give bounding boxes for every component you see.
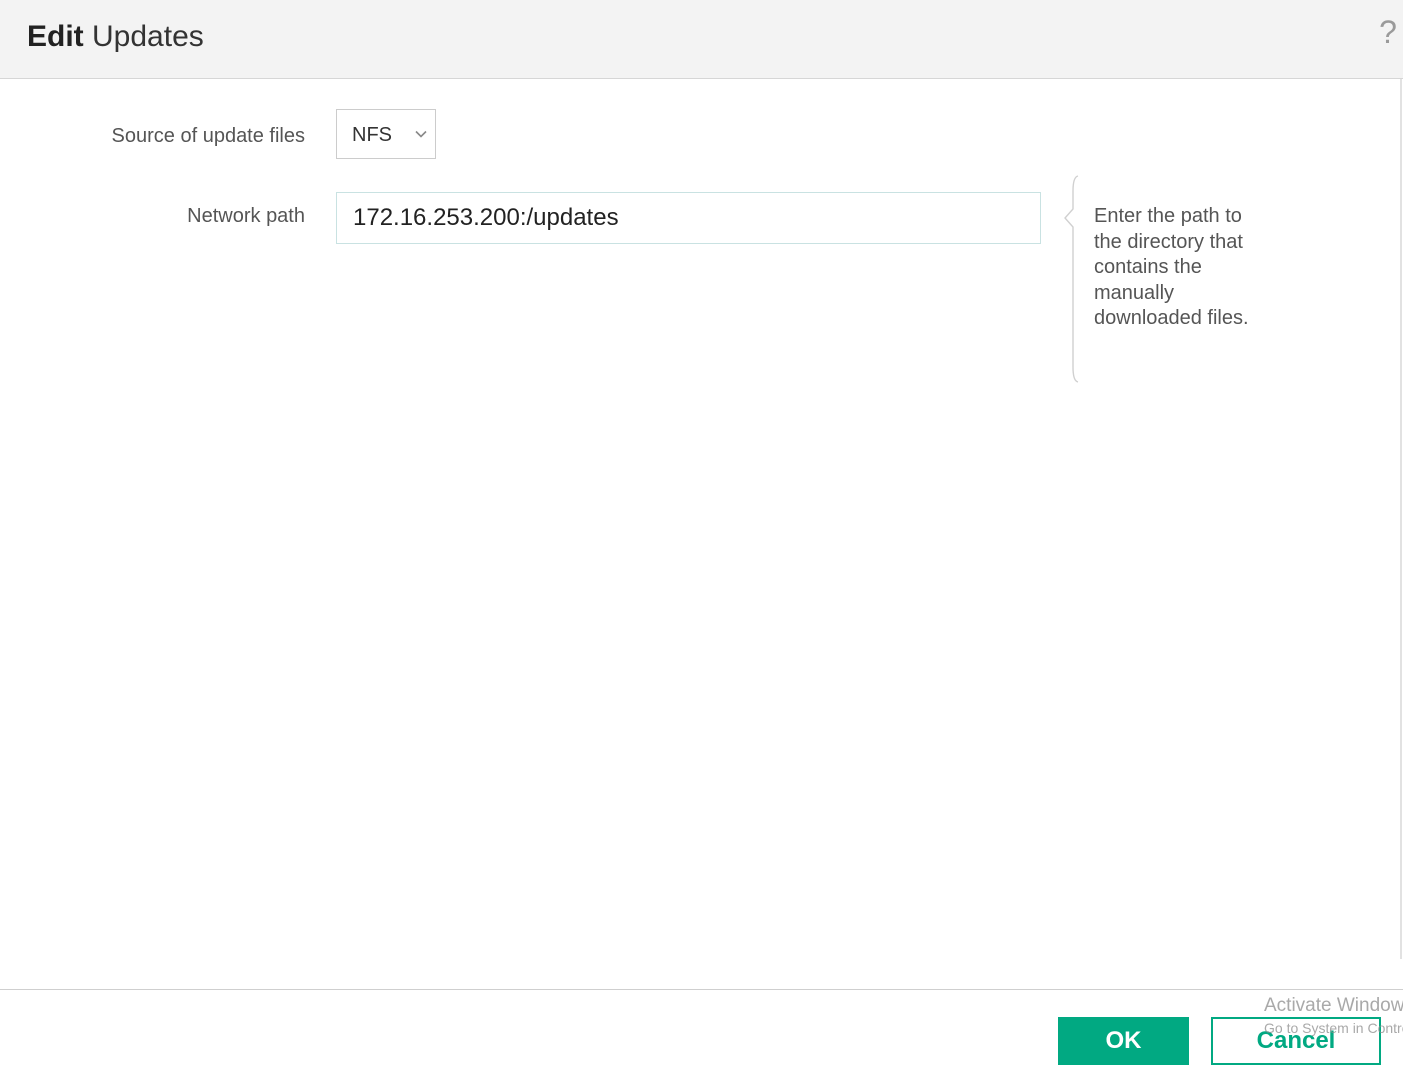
watermark-line1: Activate Windows [1264, 995, 1403, 1016]
network-path-input[interactable] [336, 192, 1041, 244]
ok-button[interactable]: OK [1058, 1017, 1189, 1065]
help-description: Enter the path to the directory that con… [1094, 205, 1249, 329]
bracket-icon [1064, 175, 1079, 383]
scrollbar-track[interactable] [1400, 79, 1402, 959]
title-rest: Updates [92, 20, 204, 53]
dialog-footer: OK Cancel Activate Windows Go to System … [0, 989, 1403, 1073]
cancel-button[interactable]: Cancel [1211, 1017, 1381, 1065]
source-select[interactable]: NFS [336, 109, 436, 159]
chevron-down-icon [415, 130, 427, 138]
help-icon[interactable]: ? [1374, 12, 1402, 52]
edit-updates-dialog: Edit Updates ? Source of update files NF… [0, 0, 1403, 1073]
source-label: Source of update files [111, 125, 305, 147]
title-bold: Edit [27, 20, 84, 53]
dialog-title: Edit Updates [27, 18, 204, 56]
network-path-label: Network path [187, 205, 305, 227]
source-select-value: NFS [352, 124, 392, 146]
dialog-body: Source of update files NFS Network path … [0, 79, 1403, 989]
dialog-header: Edit Updates ? [0, 0, 1403, 79]
